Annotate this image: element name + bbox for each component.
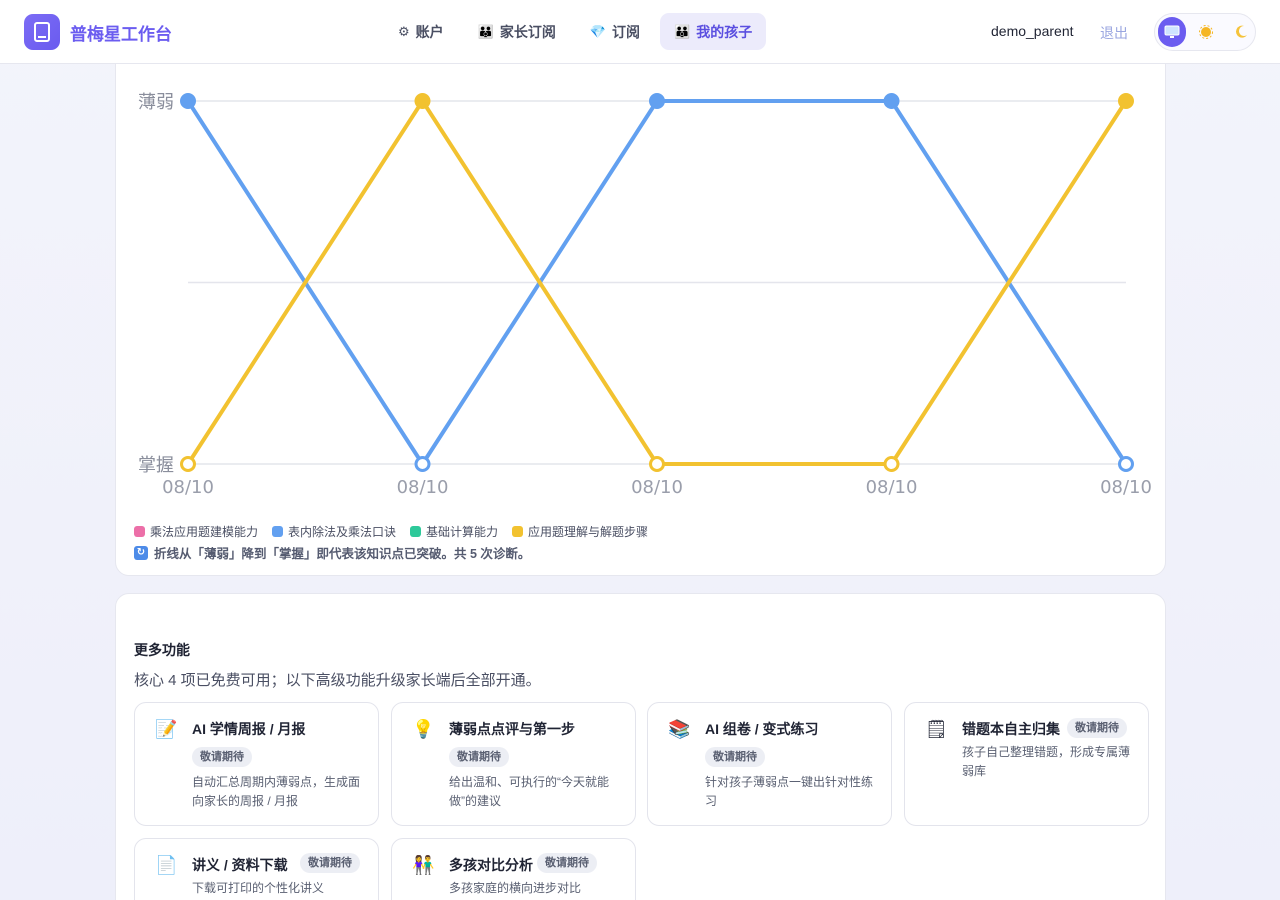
legend-label: 应用题理解与解题步骤 — [528, 525, 649, 539]
feature-card[interactable]: 📝 AI 学情周报 / 月报 敬请期待 自动汇总周期内薄弱点，生成面向家长的周报… — [134, 702, 379, 826]
chart-note: ↻ 折线从「薄弱」降到「掌握」即代表该知识点已突破。共 5 次诊断。 — [134, 543, 530, 562]
monitor-icon[interactable] — [1158, 17, 1187, 47]
y-tick-label: 薄弱 — [138, 92, 174, 113]
theme-switch — [1154, 13, 1256, 51]
notepad-icon: 🗒 — [925, 719, 948, 739]
x-tick-label: 08/10 — [397, 477, 449, 498]
feature-desc: 多孩家庭的横向进步对比 — [449, 881, 582, 895]
coming-soon-badge: 敬请期待 — [192, 747, 252, 767]
books-icon: 📚 — [668, 719, 691, 739]
feature-title: AI 组卷 / 变式练习 — [705, 721, 819, 737]
feature-title: 多孩对比分析 — [449, 857, 533, 873]
legend-swatch — [512, 526, 524, 537]
tab-parent-subscription[interactable]: 👪 家长订阅 — [464, 13, 570, 50]
data-point — [1118, 93, 1134, 109]
x-tick-label: 08/10 — [1100, 477, 1152, 498]
sun-icon[interactable] — [1192, 17, 1220, 47]
feature-card[interactable]: 🗒 错题本自主归集 敬请期待 孩子自己整理错题，形成专属薄弱库 — [904, 702, 1149, 826]
moon-icon[interactable] — [1227, 17, 1255, 47]
progress-chart-card: 掌握 薄弱 08/10 08/10 08/10 08/10 08/10 乘法应用题建模能力 表… — [115, 40, 1166, 576]
data-point — [414, 456, 431, 472]
tab-my-children[interactable]: 👪 我的孩子 — [660, 13, 767, 50]
data-point — [1118, 456, 1134, 472]
feature-desc: 孩子自己整理错题，形成专属薄弱库 — [962, 745, 1131, 778]
legend-label: 表内除法及乘法口诀 — [288, 525, 397, 539]
feature-desc: 针对孩子薄弱点一键出针对性练习 — [705, 775, 874, 808]
feature-card[interactable]: 📄 讲义 / 资料下载 敬请期待 下载可打印的个性化讲义 — [134, 838, 379, 900]
x-tick-label: 08/10 — [631, 477, 683, 498]
family-icon: 👪 — [477, 23, 494, 39]
section-title: 更多功能 — [134, 642, 190, 658]
tab-label: 我的孩子 — [696, 23, 753, 40]
data-point — [414, 93, 431, 109]
legend-swatch — [134, 526, 145, 537]
family-icon: 👪 — [674, 23, 691, 39]
more-features-card: 更多功能 核心 4 项已免费可用；以下高级功能升级家长端后全部开通。 📝 AI … — [115, 593, 1166, 900]
progress-line-chart: 掌握 薄弱 08/10 08/10 08/10 08/10 08/10 — [138, 92, 1152, 498]
diamond-icon: 💎 — [589, 23, 607, 39]
section-subtitle: 核心 4 项已免费可用；以下高级功能升级家长端后全部开通。 — [134, 672, 541, 689]
feature-title: 讲义 / 资料下载 — [192, 857, 288, 873]
feature-card[interactable]: 📚 AI 组卷 / 变式练习 敬请期待 针对孩子薄弱点一键出针对性练习 — [647, 702, 892, 826]
memo-icon: 📝 — [155, 719, 178, 739]
legend-item[interactable]: 表内除法及乘法口诀 — [272, 523, 396, 540]
tab-account[interactable]: ⚙ 账户 — [384, 13, 458, 50]
coming-soon-badge: 敬请期待 — [537, 853, 597, 873]
feature-card[interactable]: 👫 多孩对比分析 敬请期待 多孩家庭的横向进步对比 — [391, 838, 636, 900]
data-point — [883, 93, 900, 109]
main-nav: ⚙ 账户 👪 家长订阅 💎 订阅 👪 我的孩子 — [384, 13, 767, 50]
coming-soon-badge: 敬请期待 — [705, 747, 765, 767]
chart-legend: 乘法应用题建模能力 表内除法及乘法口诀 基础计算能力 应用题理解与解题步骤 — [134, 523, 648, 540]
coming-soon-badge: 敬请期待 — [449, 747, 509, 767]
legend-item[interactable]: 基础计算能力 — [410, 523, 498, 540]
coming-soon-badge: 敬请期待 — [1067, 718, 1127, 738]
book-icon — [24, 14, 60, 50]
refresh-icon: ↻ — [134, 545, 148, 560]
y-tick-label: 掌握 — [138, 455, 174, 476]
tab-label: 家长订阅 — [499, 23, 556, 40]
feature-title: 薄弱点点评与第一步 — [449, 721, 575, 737]
feature-desc: 下载可打印的个性化讲义 — [192, 881, 325, 895]
tab-label: 账户 — [415, 23, 444, 40]
legend-label: 基础计算能力 — [426, 525, 499, 539]
x-tick-label: 08/10 — [162, 477, 214, 498]
brand[interactable]: 普梅星工作台 — [24, 14, 172, 50]
legend-item[interactable]: 应用题理解与解题步骤 — [512, 523, 648, 540]
data-point — [649, 93, 665, 109]
username: demo_parent — [991, 23, 1074, 39]
data-point — [883, 456, 900, 472]
feature-title: 错题本自主归集 — [962, 721, 1060, 737]
tab-label: 订阅 — [612, 23, 641, 40]
chart-note-text: 折线从「薄弱」降到「掌握」即代表该知识点已突破。共 5 次诊断。 — [154, 547, 531, 561]
data-point — [180, 93, 196, 109]
coming-soon-badge: 敬请期待 — [300, 853, 360, 873]
legend-item[interactable]: 乘法应用题建模能力 — [134, 523, 258, 540]
data-point — [649, 456, 665, 472]
feature-desc: 给出温和、可执行的“今天就能做”的建议 — [449, 775, 609, 808]
feature-title: AI 学情周报 / 月报 — [192, 721, 306, 737]
feature-desc: 自动汇总周期内薄弱点，生成面向家长的周报 / 月报 — [192, 775, 361, 808]
gear-icon: ⚙ — [398, 23, 410, 39]
legend-label: 乘法应用题建模能力 — [150, 525, 259, 539]
data-point — [180, 456, 196, 472]
app-title: 普梅星工作台 — [70, 24, 172, 44]
top-navbar: 普梅星工作台 ⚙ 账户 👪 家长订阅 💎 订阅 👪 我的孩子 demo_pare… — [0, 0, 1280, 64]
document-icon: 📄 — [155, 855, 178, 875]
x-tick-label: 08/10 — [866, 477, 918, 498]
legend-swatch — [272, 526, 284, 537]
lightbulb-icon: 💡 — [412, 719, 435, 739]
tab-subscription[interactable]: 💎 订阅 — [576, 13, 654, 50]
legend-swatch — [410, 526, 422, 537]
children-icon: 👫 — [412, 855, 435, 875]
logout-button[interactable]: 退出 — [1100, 23, 1128, 43]
feature-card[interactable]: 💡 薄弱点点评与第一步 敬请期待 给出温和、可执行的“今天就能做”的建议 — [391, 702, 636, 826]
